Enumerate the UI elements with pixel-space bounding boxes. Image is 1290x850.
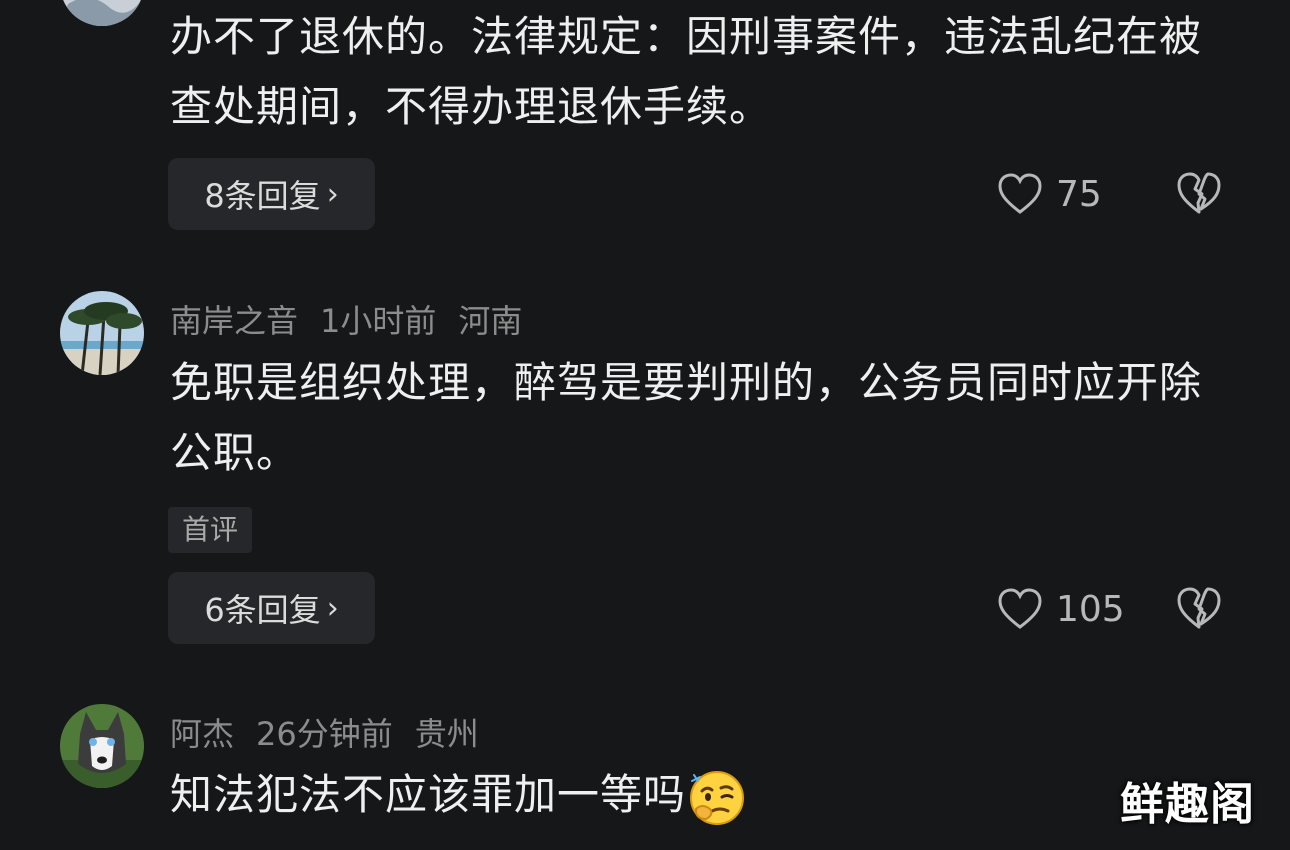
location: 河南 [458,302,523,340]
view-replies-button[interactable]: 8条回复 › [168,158,375,230]
comment-meta: 南岸之音 1小时前 河南 [170,296,522,342]
broken-heart-icon [1177,587,1221,629]
dislike-button[interactable] [1176,171,1222,217]
like-button[interactable]: 75 [998,171,1102,217]
first-comment-badge: 首评 [168,507,253,553]
broken-heart-icon [1177,172,1221,214]
comment-text: 知法犯法不应该罪加一等吗 [170,770,687,819]
comment-text-row: 知法犯法不应该罪加一等吗 [170,760,1240,830]
reply-count-label: 6条回复 [204,591,321,629]
timestamp: 26分钟前 [256,715,393,753]
like-count: 75 [1056,173,1102,215]
username[interactable]: 南岸之音 [170,296,298,342]
like-count: 105 [1056,588,1125,630]
username[interactable]: 阿杰 [170,709,234,755]
comment-text: 办不了退休的。法律规定：因刑事案件，违法乱纪在被查处期间，不得办理退休手续。 [170,12,1203,131]
chevron-right-icon: › [326,590,339,626]
chevron-right-icon: › [326,176,339,212]
heart-outline-icon [998,173,1042,214]
comment-text: 免职是组织处理，醉驾是要判刑的，公务员同时应开除公职。 [170,358,1203,477]
reply-count-label: 8条回复 [204,177,321,215]
thinking-face-emoji [690,770,745,825]
like-button[interactable]: 105 [998,586,1125,632]
timestamp: 1小时前 [320,302,437,340]
avatar[interactable] [60,291,144,375]
avatar[interactable] [60,704,144,788]
avatar[interactable] [60,0,144,26]
watermark-logo: 鲜趣阁 [1120,779,1255,830]
dislike-button[interactable] [1176,586,1222,632]
comment-meta: 阿杰 26分钟前 贵州 [170,709,479,755]
view-replies-button[interactable]: 6条回复 › [168,572,375,644]
location: 贵州 [414,715,479,753]
heart-outline-icon [998,588,1042,629]
